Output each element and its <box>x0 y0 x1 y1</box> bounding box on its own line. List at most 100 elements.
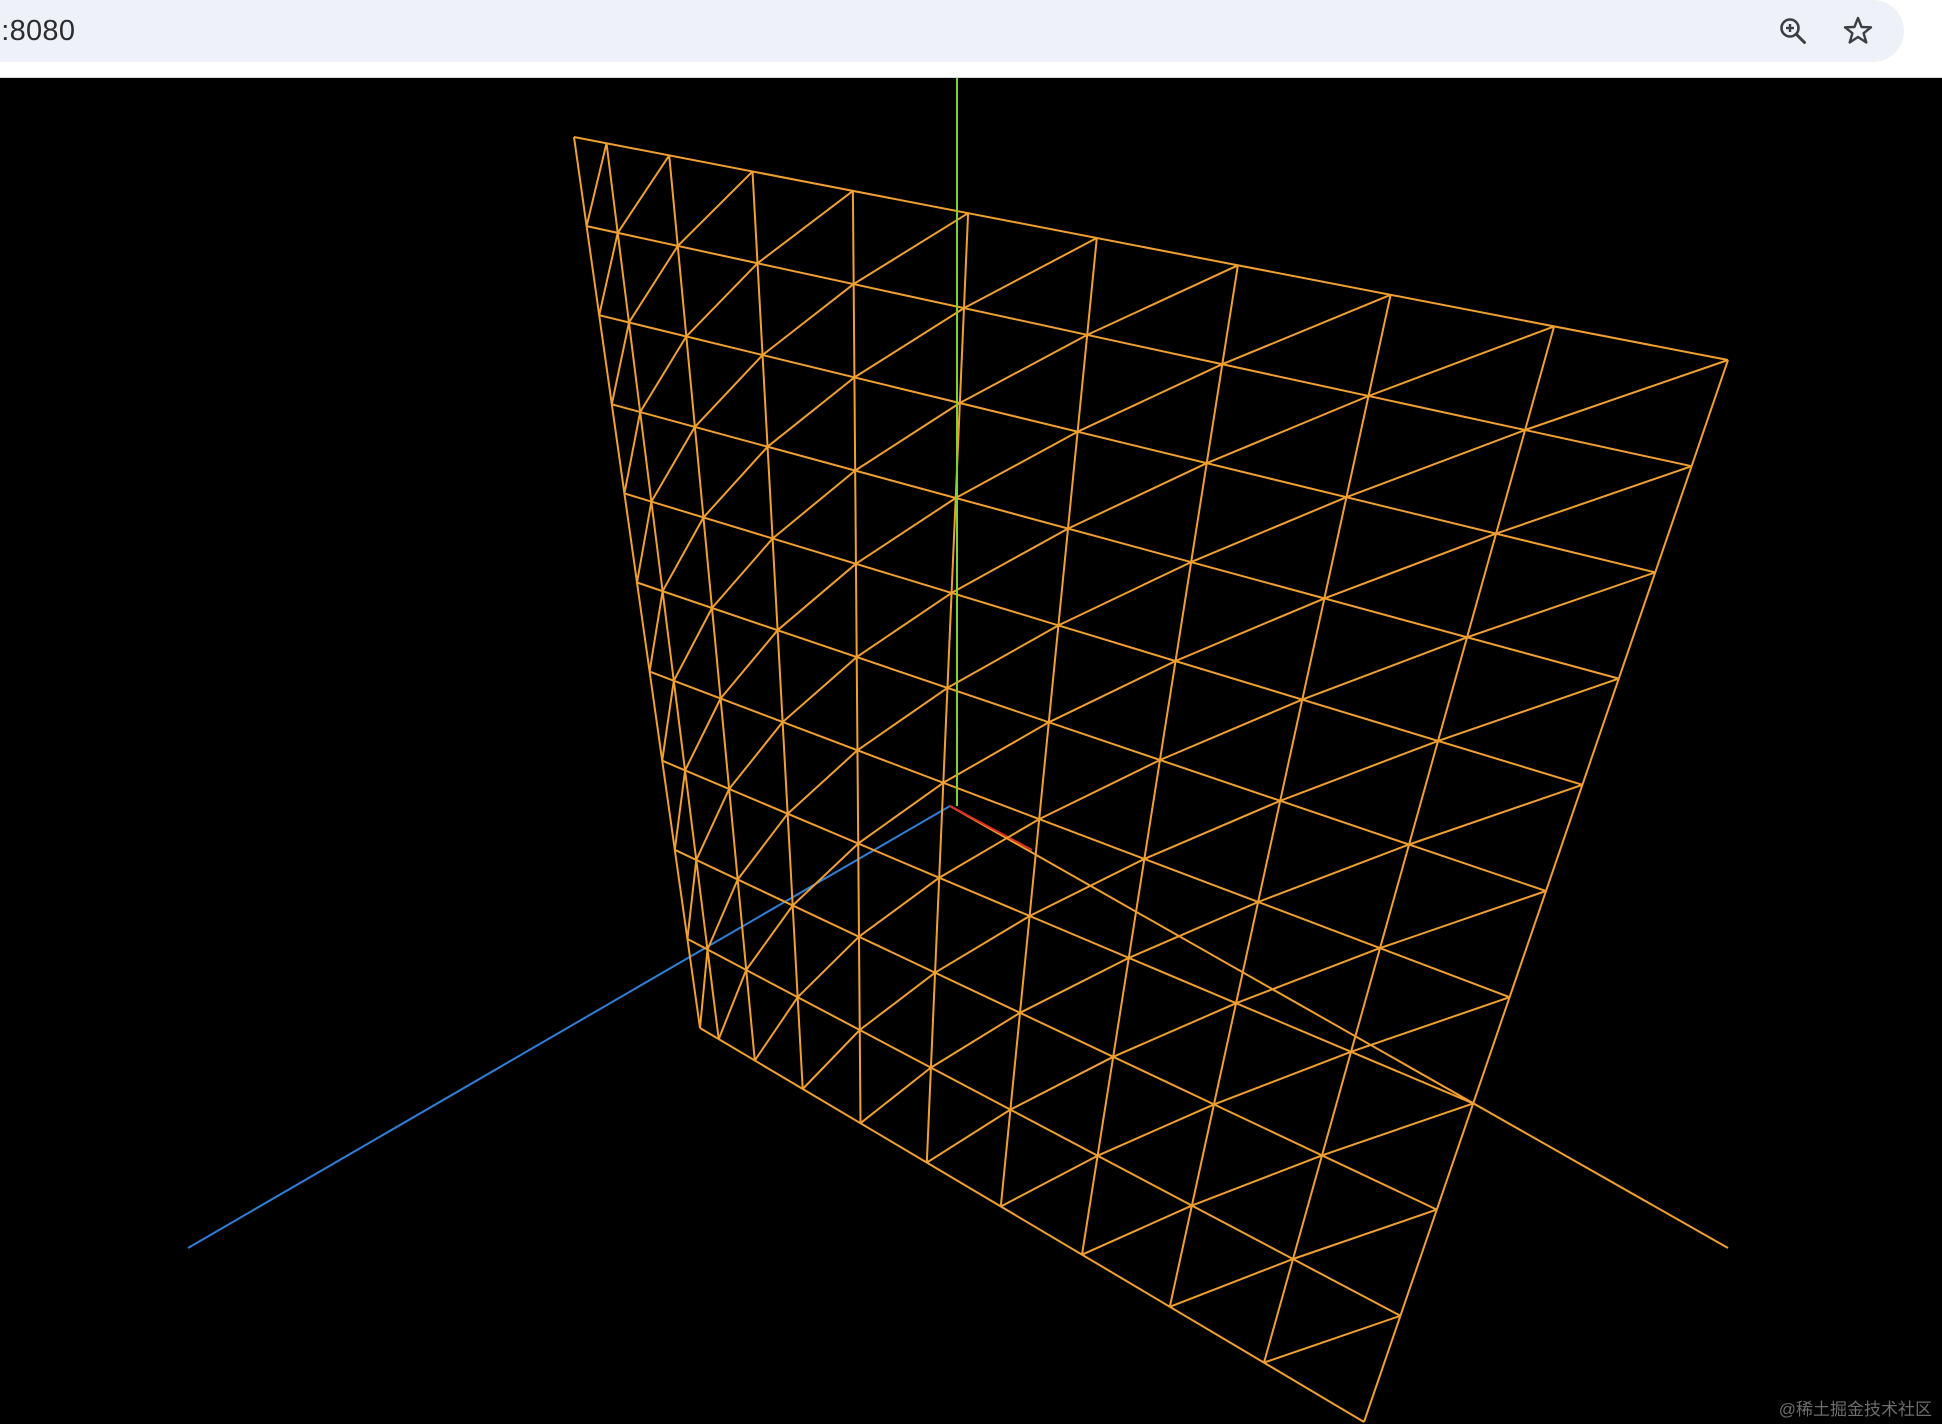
mesh-line-diagonal <box>926 1108 1011 1164</box>
mesh-line-diagonal <box>1077 363 1223 433</box>
mesh-line-diagonal <box>766 376 856 448</box>
mesh-line-diagonal <box>856 687 948 752</box>
mesh-line-diagonal <box>796 935 860 998</box>
mesh-line-diagonal <box>1057 561 1192 627</box>
mesh-line-diagonal <box>623 411 642 494</box>
mesh-line-diagonal <box>702 446 769 519</box>
mesh-line-diagonal <box>585 143 608 227</box>
mesh-line-diagonal <box>711 537 774 609</box>
mesh-line-diagonal <box>1009 1055 1114 1111</box>
mesh-line-diagonal <box>930 1011 1021 1069</box>
mesh-line-diagonal <box>650 426 696 503</box>
mesh-line-diagonal <box>695 788 731 861</box>
mesh-line-diagonal <box>677 170 754 247</box>
mesh-line-diagonal <box>1048 660 1176 724</box>
mesh-line-diagonal <box>1190 496 1347 564</box>
mesh-line-diagonal <box>1257 843 1410 903</box>
mesh-line-diagonal <box>792 842 859 907</box>
mesh-line-diagonal <box>1524 359 1729 431</box>
mesh-line-diagonal <box>1112 1002 1237 1058</box>
mesh-line-diagonal <box>756 190 854 264</box>
mesh-line-diagonal <box>1279 739 1439 802</box>
mesh-line-diagonal <box>1019 957 1130 1014</box>
mesh-line-diagonal <box>628 245 679 323</box>
mesh-line-diagonal <box>1221 293 1391 366</box>
mesh-line-diagonal <box>636 501 653 583</box>
mesh-line-diagonal <box>648 591 664 672</box>
mesh-line-diagonal <box>685 262 759 338</box>
mesh-line-diagonal <box>1346 429 1526 499</box>
mesh-line-diagonal <box>686 859 698 940</box>
mesh-line-diagonal <box>1086 264 1239 336</box>
mesh-line-diagonal <box>1038 759 1161 820</box>
mesh-line-diagonal <box>782 656 858 723</box>
mesh-line-diagonal <box>1368 325 1555 397</box>
mesh-line-diagonal <box>661 680 675 761</box>
mesh-line-diagonal <box>1235 947 1381 1005</box>
mesh-line-diagonal <box>719 629 779 700</box>
mesh-line-diagonal <box>859 1066 932 1124</box>
mesh-line-diagonal <box>1408 783 1583 846</box>
mesh-line-diagonal <box>673 770 687 850</box>
mesh-line-diagonal <box>745 904 794 971</box>
mesh-line-diagonal <box>856 592 953 658</box>
mesh-line-diagonal <box>853 307 965 379</box>
mesh-line-diagonal <box>694 354 764 428</box>
mesh-line-diagonal <box>787 749 859 815</box>
mesh-line-diagonal <box>1292 1208 1438 1260</box>
mesh-line-diagonal <box>728 721 784 790</box>
mesh-line-diagonal <box>1263 1314 1401 1364</box>
mesh-line-diagonal <box>855 497 957 565</box>
mesh-line-diagonal <box>854 402 961 472</box>
mesh-line-diagonal <box>1466 571 1656 639</box>
z-axis-line <box>187 805 951 1249</box>
bookmark-star-icon[interactable] <box>1835 8 1881 54</box>
mesh-line-diagonal <box>1175 597 1325 662</box>
mesh-line-diagonal <box>598 232 619 316</box>
mesh-line-diagonal <box>1301 636 1468 701</box>
mesh-line-diagonal <box>1144 799 1281 860</box>
mesh-line-diagonal <box>942 721 1050 784</box>
mesh-line-diagonal <box>1081 1204 1193 1256</box>
mesh-line-diagonal <box>1191 1154 1323 1207</box>
mesh-line-diagonal <box>934 915 1031 974</box>
mesh-line-diagonal <box>1324 532 1497 600</box>
mesh-line-diagonal <box>859 971 936 1031</box>
address-bar[interactable]: 0.1:8080 <box>0 0 1904 62</box>
mesh-line-diagonal <box>717 969 748 1040</box>
mesh-line-diagonal <box>946 624 1059 689</box>
mesh-line-diagonal <box>853 212 969 285</box>
mesh-line-diagonal <box>736 813 789 881</box>
url-text[interactable]: 0.1:8080 <box>0 12 75 50</box>
mesh-line-diagonal <box>1159 698 1303 761</box>
mesh-line-diagonal <box>951 527 1069 594</box>
mesh-line-diagonal <box>1169 1258 1294 1308</box>
webgl-canvas[interactable] <box>0 78 1942 1424</box>
mesh-line-diagonal <box>771 469 856 540</box>
mesh-line-diagonal <box>1206 395 1369 465</box>
mesh-line-diagonal <box>1213 1050 1352 1106</box>
mesh-line-diagonal <box>963 237 1098 309</box>
mesh-line-diagonal <box>1350 996 1510 1053</box>
mesh-line-diagonal <box>1379 890 1547 950</box>
scene-svg <box>187 78 1729 1423</box>
mesh-line-diagonal <box>1321 1102 1474 1157</box>
mesh-line-diagonal <box>639 335 688 413</box>
mesh-line-diagonal <box>1495 465 1692 535</box>
mesh-line-diagonal <box>616 154 671 234</box>
mesh-line-diagonal <box>858 876 940 938</box>
zoom-in-icon[interactable] <box>1770 8 1816 54</box>
mesh-line-diagonal <box>761 283 855 356</box>
mesh-line-diagonal <box>1437 677 1620 742</box>
mesh-line-diagonal <box>1000 1154 1099 1208</box>
x-axis-line <box>949 805 1729 1249</box>
mesh-line-diagonal <box>1128 901 1259 959</box>
mesh-line-diagonal <box>684 698 722 771</box>
mesh-line-diagonal <box>801 1029 861 1090</box>
mesh-line-diagonal <box>1097 1103 1215 1157</box>
mesh-line-diagonal <box>1067 462 1208 530</box>
watermark: @稀土掘金技术社区 <box>1778 1400 1932 1419</box>
mesh-line-diagonal <box>753 996 799 1062</box>
mesh-line-diagonal <box>955 430 1079 499</box>
mesh-line-diagonal <box>776 563 857 631</box>
